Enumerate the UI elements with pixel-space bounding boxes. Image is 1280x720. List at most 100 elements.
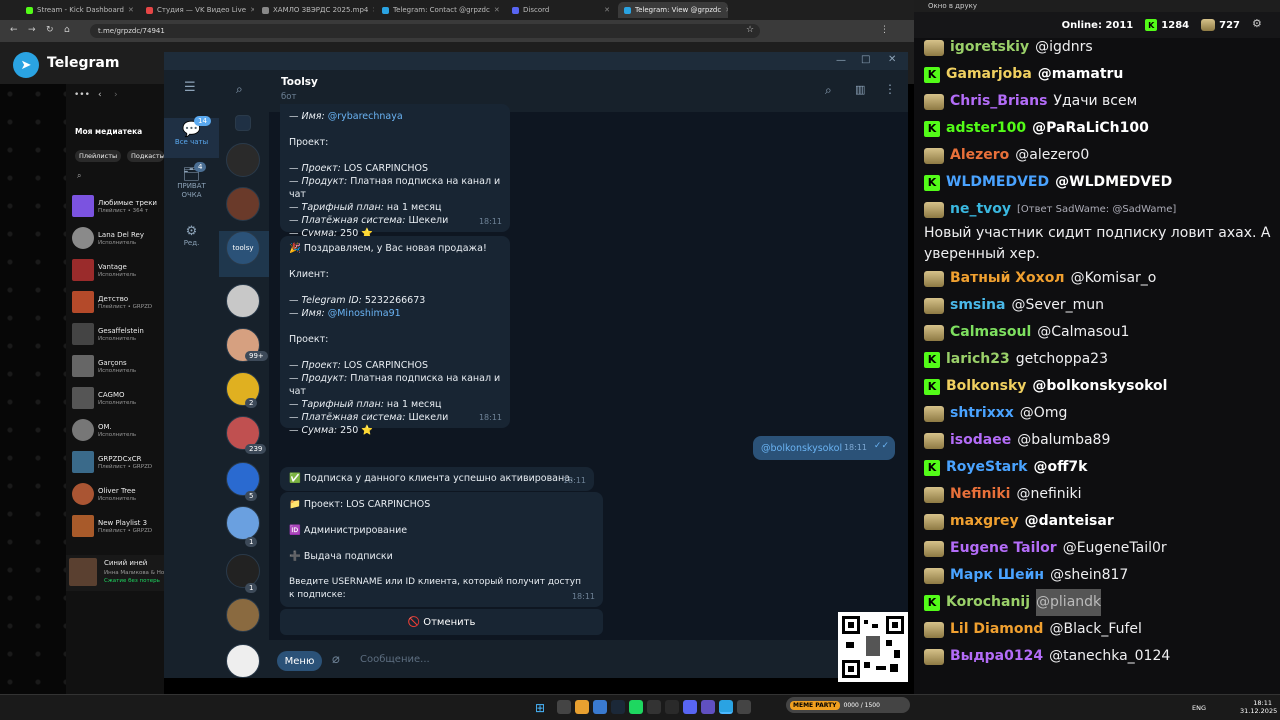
chat-username[interactable]: Nefiniki [950, 481, 1010, 508]
bot-menu-button[interactable]: Меню [277, 651, 322, 671]
chat-username[interactable]: isodaee [950, 427, 1011, 454]
chat-username[interactable]: smsina [950, 292, 1005, 319]
chat-username[interactable]: igoretskiy [950, 34, 1029, 61]
chat-avatar-active[interactable]: toolsy [226, 231, 260, 265]
chat-username[interactable]: Bolkonsky [946, 373, 1026, 400]
chat-username[interactable]: adster100 [946, 115, 1026, 142]
chat-username[interactable]: Lil Diamond [950, 616, 1043, 643]
browser-menu-icon[interactable]: ⋮ [880, 25, 889, 35]
reload-icon[interactable]: ↻ [46, 25, 54, 35]
tab-close-icon[interactable]: ✕ [725, 6, 728, 14]
spotify-search-icon[interactable]: ⌕ [77, 171, 81, 181]
sidebar-toggle-icon[interactable]: ▥ [855, 83, 865, 96]
spotify-library-item[interactable]: GRPZDCxCR Плейлист • GRPZD [72, 448, 164, 476]
chat-avatar[interactable] [226, 462, 260, 496]
minimize-icon[interactable]: — [836, 55, 846, 66]
chat-username[interactable]: Alezero [950, 142, 1009, 169]
chat-username[interactable]: Выдра0124 [950, 643, 1043, 670]
username-link[interactable]: @Minoshima91 [328, 308, 401, 319]
forward-icon[interactable]: → [28, 25, 36, 35]
terminal-icon[interactable] [665, 700, 679, 714]
chat-avatar[interactable] [226, 506, 260, 540]
message-input[interactable]: Сообщение... [360, 654, 430, 665]
input-language[interactable]: ENG [1192, 704, 1206, 712]
chat-username[interactable]: Ватный Хохол [950, 265, 1065, 292]
discord-icon[interactable] [683, 700, 697, 714]
chat-username[interactable]: shtrixxx [950, 400, 1014, 427]
spotify-library-item[interactable]: Детство Плейлист • GRPZD [72, 288, 164, 316]
chat-username[interactable]: RoyeStark [946, 454, 1027, 481]
cancel-button[interactable]: 🚫 Отменить [280, 609, 603, 635]
chat-search-icon[interactable]: ⌕ [825, 83, 832, 98]
spotify-library-item[interactable]: Oliver Tree Исполнитель [72, 480, 164, 508]
spotify-library-item[interactable]: OM. Исполнитель [72, 416, 164, 444]
chat-title[interactable]: Toolsy [281, 76, 318, 88]
spotify-library-item[interactable]: Vantage Исполнитель [72, 256, 164, 284]
search-icon[interactable] [557, 700, 571, 714]
browser-tab[interactable]: ХАМЛО ЗВЭРДС 2025.mp4✕ [256, 2, 374, 18]
spotify-library-item[interactable]: Gesaffelstein Исполнитель [72, 320, 164, 348]
chat-avatar[interactable] [226, 143, 260, 177]
steam-icon[interactable] [611, 700, 625, 714]
now-playing-title[interactable]: Синий иней [104, 559, 147, 568]
bookmark-star-icon[interactable]: ☆ [746, 25, 754, 35]
home-icon[interactable]: ⌂ [64, 25, 70, 35]
filter-podcasts[interactable]: Подкасты [127, 150, 164, 162]
chat-avatar[interactable] [226, 598, 260, 632]
spotify-library-item[interactable]: CAGMO Исполнитель [72, 384, 164, 412]
folder-all-chats[interactable]: 💬 Все чаты 14 [164, 116, 219, 158]
chat-username[interactable]: Марк Шейн [950, 562, 1044, 589]
chat-avatar[interactable] [226, 644, 260, 678]
chat-more-icon[interactable]: ⋮ [884, 82, 896, 96]
chat-username[interactable]: Eugene Tailor [950, 535, 1057, 562]
telegram-icon[interactable] [719, 700, 733, 714]
explorer-icon[interactable] [593, 700, 607, 714]
clock[interactable]: 18:11 31.12.2025 [1240, 699, 1277, 715]
chat-username[interactable]: Chris_Brians [950, 88, 1047, 115]
spotify-forward-icon[interactable]: › [114, 90, 118, 100]
windows-start-icon[interactable]: ⊞ [535, 701, 545, 715]
chat-avatar[interactable] [235, 115, 251, 131]
close-icon[interactable]: ✕ [888, 54, 896, 65]
tab-close-icon[interactable]: ✕ [604, 6, 610, 14]
maximize-icon[interactable]: □ [861, 54, 870, 65]
spotify-icon[interactable] [629, 700, 643, 714]
chat-username[interactable]: WLDMEDVED [946, 169, 1049, 196]
chat-username[interactable]: maxgrey [950, 508, 1019, 535]
url-input[interactable]: t.me/grpzdc/74941 [90, 24, 760, 38]
tab-close-icon[interactable]: ✕ [372, 6, 374, 14]
spotify-library-item[interactable]: New Playlist 3 Плейлист • GRPZD [72, 512, 164, 540]
chrome-icon[interactable] [575, 700, 589, 714]
username-link[interactable]: @rybarechnaya [328, 111, 403, 122]
chat-avatar[interactable] [226, 284, 260, 318]
folder-private[interactable]: 🗂 ПРИВАТ ОЧКА 4 [164, 162, 219, 212]
obs-icon[interactable] [647, 700, 661, 714]
app-icon[interactable] [701, 700, 715, 714]
chat-avatar[interactable] [226, 187, 260, 221]
spotify-library-item[interactable]: Любимые треки Плейлист • 364 т [72, 192, 164, 220]
chat-username[interactable]: larich23 [946, 346, 1010, 373]
chat-username[interactable]: ne_tvoy [950, 196, 1011, 223]
browser-tab[interactable]: Stream - Kick Dashboard ✕ [20, 2, 138, 18]
browser-tab[interactable]: Студия — VK Видео Live ✕ [140, 2, 254, 18]
browser-tab[interactable]: Telegram: View @grpzdc✕ [618, 2, 728, 18]
back-icon[interactable]: ← [10, 25, 18, 35]
spotify-library-item[interactable]: Lana Del Rey Исполнитель [72, 224, 164, 252]
spotify-more-icon[interactable]: ••• [74, 90, 90, 100]
spotify-library-item[interactable]: Garçons Исполнитель [72, 352, 164, 380]
tab-close-icon[interactable]: ✕ [494, 6, 500, 14]
chat-username[interactable]: Korochanij [946, 589, 1030, 616]
tab-close-icon[interactable]: ✕ [128, 6, 134, 14]
terminal-icon[interactable] [737, 700, 751, 714]
filter-playlists[interactable]: Плейлисты [75, 150, 122, 162]
chat-username[interactable]: Calmasoul [950, 319, 1031, 346]
browser-tab[interactable]: Discord ✕ [506, 2, 616, 18]
attach-icon[interactable]: ⌀ [332, 652, 340, 667]
spotify-back-icon[interactable]: ‹ [98, 90, 102, 100]
browser-tab[interactable]: Telegram: Contact @grpzdc ✕ [376, 2, 504, 18]
now-playing-artist[interactable]: Инна Маликова & Нов [104, 570, 164, 576]
folder-edit[interactable]: ⚙ Ред. [164, 224, 219, 247]
outgoing-username[interactable]: @bolkonskysokol [761, 443, 842, 454]
chat-username[interactable]: Gamarjoba [946, 61, 1032, 88]
chat-avatar[interactable] [226, 554, 260, 588]
